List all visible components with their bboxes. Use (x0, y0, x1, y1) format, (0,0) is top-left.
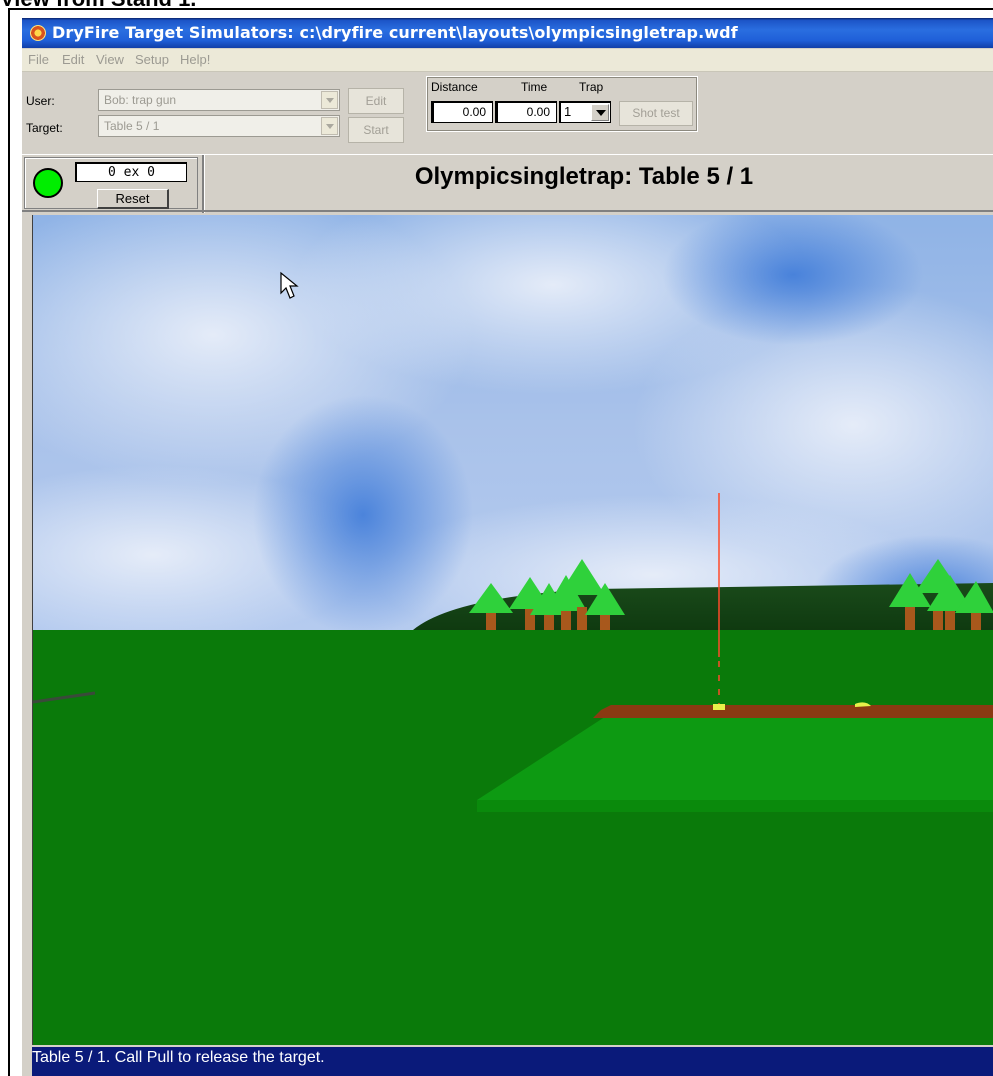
chevron-down-icon[interactable] (591, 104, 609, 121)
grass-field (33, 630, 993, 1045)
score-box-panel: 0 ex 0 Reset (24, 157, 198, 209)
distance-label: Distance (431, 80, 478, 94)
time-field[interactable]: 0.00 (495, 101, 557, 123)
scene-canvas[interactable] (33, 215, 993, 1045)
chevron-down-icon[interactable] (321, 117, 338, 135)
trap-pad-edge (477, 800, 993, 812)
shot-test-button[interactable]: Shot test (619, 101, 693, 126)
app-target-icon[interactable] (30, 25, 46, 41)
trap-select-value: 1 (564, 104, 572, 119)
shot-info-group: Distance Time Trap 0.00 0.00 1 Shot test (426, 76, 698, 132)
app-window: DryFire Target Simulators: c:\dryfire cu… (22, 18, 993, 1076)
user-select-value: Bob: trap gun (104, 93, 177, 107)
user-label: User: (26, 94, 55, 108)
start-button[interactable]: Start (348, 117, 404, 143)
menu-view[interactable]: View (96, 52, 124, 67)
menu-help[interactable]: Help! (180, 52, 210, 67)
time-label: Time (521, 80, 548, 94)
trap-select[interactable]: 1 (559, 101, 611, 123)
target-label: Target: (26, 121, 63, 135)
trap-house-strip (593, 705, 993, 718)
score-panel: 0 ex 0 Reset Olympicsingletrap: Table 5 … (22, 154, 993, 213)
menu-setup[interactable]: Setup (135, 52, 169, 67)
ready-light-icon (33, 168, 63, 198)
status-message: Table 5 / 1. Call Pull to release the ta… (32, 1049, 325, 1066)
target-select[interactable]: Table 5 / 1 (98, 115, 340, 137)
panel-bottom-edge (22, 210, 993, 212)
menu-bar: File Edit View Setup Help! (22, 49, 993, 72)
scene-title: Olympicsingletrap: Table 5 / 1 (414, 163, 754, 190)
trap-marker (713, 704, 725, 710)
distance-field[interactable]: 0.00 (431, 101, 493, 123)
status-bar: Table 5 / 1. Call Pull to release the ta… (32, 1047, 993, 1076)
window-title: DryFire Target Simulators: c:\dryfire cu… (52, 23, 738, 42)
target-select-value: Table 5 / 1 (104, 119, 160, 133)
chevron-down-icon[interactable] (321, 91, 338, 109)
edit-button[interactable]: Edit (348, 88, 404, 114)
menu-edit[interactable]: Edit (62, 52, 84, 67)
user-select[interactable]: Bob: trap gun (98, 89, 340, 111)
3d-viewport[interactable] (32, 215, 993, 1045)
trap-label: Trap (579, 80, 604, 94)
menu-file[interactable]: File (28, 52, 49, 67)
reset-button[interactable]: Reset (97, 189, 169, 209)
title-bar[interactable]: DryFire Target Simulators: c:\dryfire cu… (22, 18, 993, 48)
score-display: 0 ex 0 (75, 162, 187, 182)
